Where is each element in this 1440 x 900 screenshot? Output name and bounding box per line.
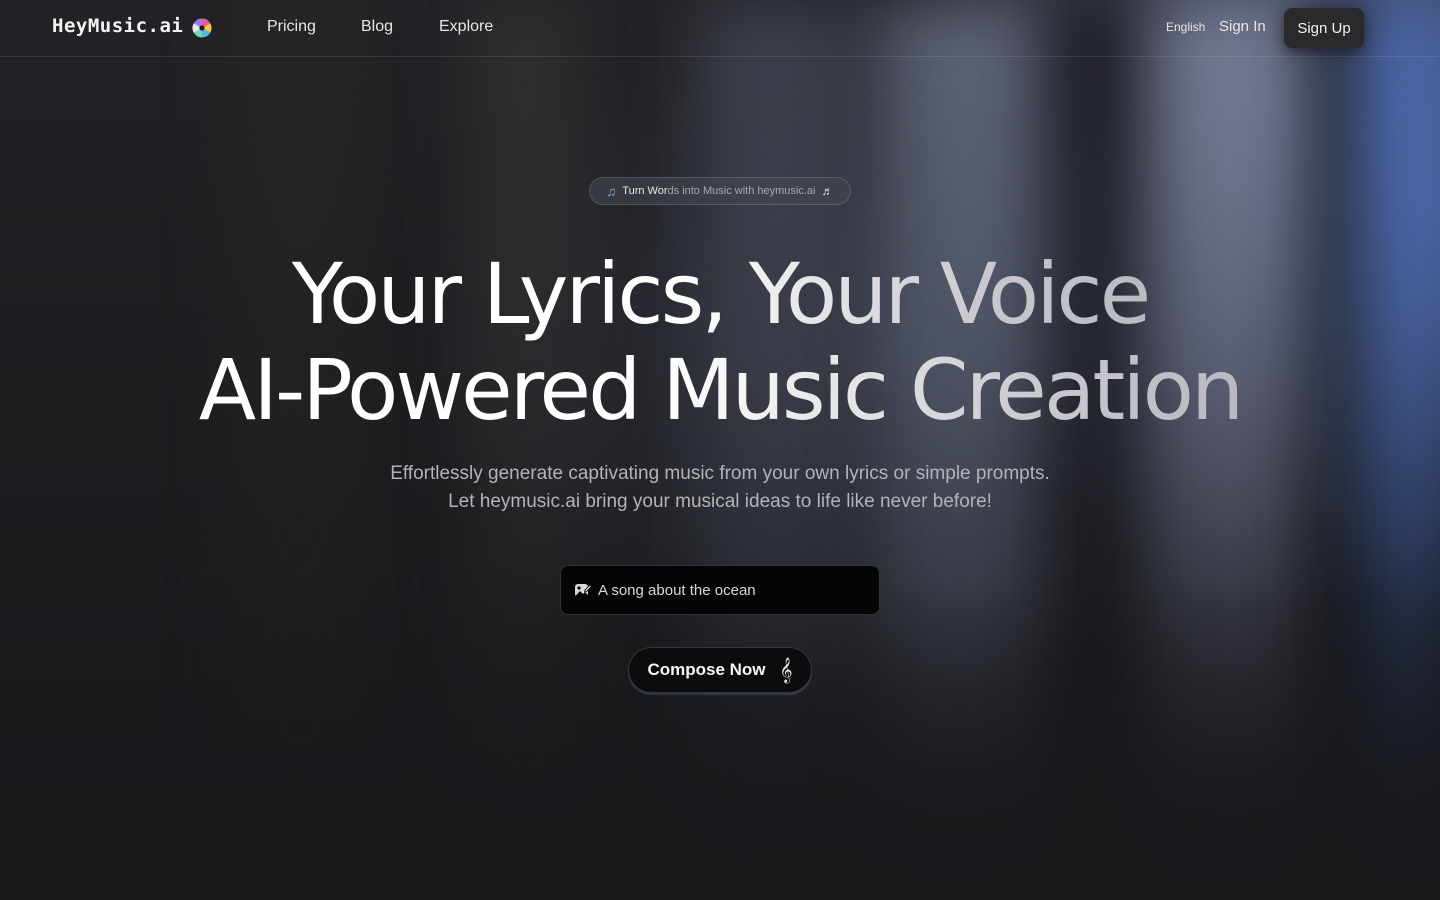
landing-page: HeyMusic.ai Pricing Blog Explore English… bbox=[0, 0, 1440, 900]
nav-link-blog[interactable]: Blog bbox=[361, 18, 393, 36]
nav-link-explore[interactable]: Explore bbox=[439, 18, 493, 36]
language-selector[interactable]: English bbox=[1166, 20, 1205, 34]
song-prompt-field[interactable] bbox=[560, 565, 880, 615]
top-navbar: HeyMusic.ai Pricing Blog Explore English… bbox=[0, 0, 1440, 57]
nav-link-pricing[interactable]: Pricing bbox=[267, 18, 316, 36]
hero-badge-text: Turn Words into Music with heymusic.ai bbox=[622, 185, 815, 197]
hero-badge: ♫ Turn Words into Music with heymusic.ai… bbox=[589, 177, 851, 205]
hero-subtitle-line1: Effortlessly generate captivating music … bbox=[390, 463, 1050, 484]
hero-subtitle-line2: Let heymusic.ai bring your musical ideas… bbox=[448, 491, 992, 512]
color-disc-icon bbox=[192, 18, 212, 38]
hero-title-line2: AI-Powered Music Creation bbox=[198, 341, 1244, 439]
compose-now-button[interactable]: Compose Now 𝄞 bbox=[628, 647, 812, 693]
double-music-note-icon: ♬ bbox=[821, 184, 834, 198]
hero-badge-text-strong: Turn Wor bbox=[622, 185, 668, 197]
brand-logo[interactable]: HeyMusic.ai bbox=[52, 15, 183, 37]
treble-clef-icon: 𝄞 bbox=[779, 657, 793, 683]
hero-badge-text-rest: ds into Music with heymusic.ai bbox=[667, 185, 816, 197]
image-pen-icon bbox=[574, 581, 593, 599]
music-note-icon: ♫ bbox=[606, 183, 617, 199]
compose-now-label: Compose Now bbox=[647, 660, 766, 679]
song-prompt-input[interactable] bbox=[598, 581, 868, 599]
sign-up-button[interactable]: Sign Up bbox=[1284, 8, 1364, 48]
hero-title-line1: Your Lyrics, Your Voice bbox=[291, 245, 1152, 343]
sign-in-link[interactable]: Sign In bbox=[1219, 18, 1266, 35]
hero-background bbox=[0, 0, 1440, 900]
